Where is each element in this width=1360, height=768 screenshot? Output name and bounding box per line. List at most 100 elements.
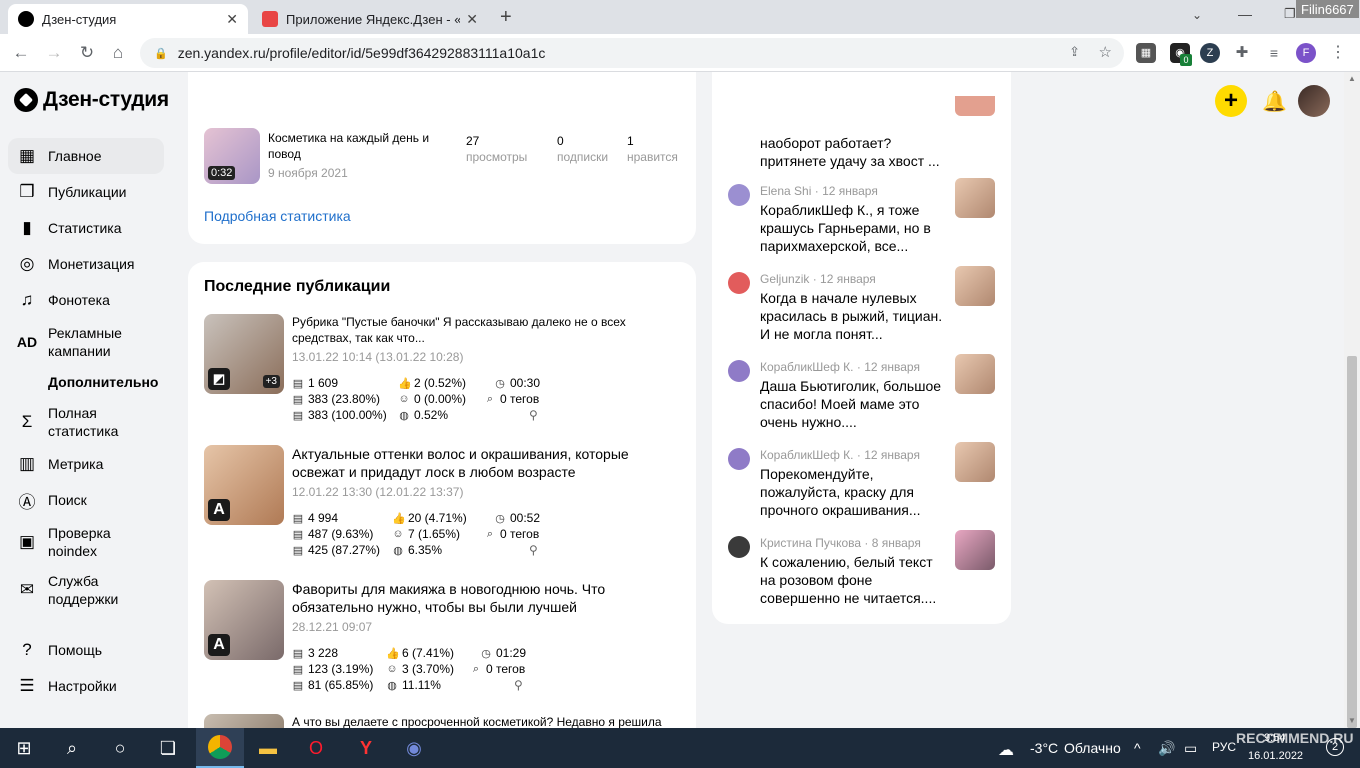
link-icon[interactable]: ⚲ bbox=[514, 678, 523, 692]
stat-ctr: ◍ 6.35% bbox=[392, 543, 442, 557]
stat-value: 487 (9.63%) bbox=[308, 527, 374, 541]
stat-views: ▤ 4 994 bbox=[292, 511, 338, 525]
publication-thumbnail[interactable] bbox=[204, 714, 284, 728]
task-view-icon[interactable]: ❏ bbox=[154, 734, 182, 762]
publication-thumbnail[interactable]: ◩ +3 bbox=[204, 314, 284, 394]
lock-icon: 🔒 bbox=[154, 47, 168, 60]
stat-value: 00:52 bbox=[510, 511, 541, 525]
comment-item[interactable]: КорабликШеф К. · 12 января Порекомендуйт… bbox=[728, 442, 998, 528]
sidebar-item-full-stats[interactable]: Σ Полная статистика bbox=[8, 398, 164, 446]
share-icon[interactable]: ⇪ bbox=[1069, 44, 1080, 60]
minimize-icon[interactable]: — bbox=[1238, 6, 1252, 22]
reading-list-icon[interactable]: ≡ bbox=[1264, 43, 1284, 63]
address-bar[interactable]: 🔒 zen.yandex.ru/profile/editor/id/5e99df… bbox=[140, 38, 1124, 68]
notification-count[interactable]: 2 bbox=[1326, 738, 1344, 756]
opera-icon[interactable]: O bbox=[302, 734, 330, 762]
page-scrollbar[interactable]: ▲ ▼ bbox=[1344, 72, 1360, 728]
link-icon[interactable]: ⚲ bbox=[529, 408, 538, 422]
profile-avatar[interactable]: F bbox=[1296, 43, 1316, 63]
maximize-icon[interactable]: ❐ bbox=[1284, 6, 1296, 22]
tab-search-icon[interactable]: ⌄ bbox=[1192, 8, 1202, 22]
new-tab-button[interactable]: + bbox=[500, 6, 512, 29]
sidebar-item-label: Помощь bbox=[48, 642, 103, 658]
comment-date: 12 января bbox=[864, 360, 920, 374]
tab-yandex-app[interactable]: Приложение Яндекс.Дзен - «Те ✕ bbox=[252, 4, 488, 34]
language-indicator[interactable]: РУС bbox=[1212, 740, 1236, 754]
sidebar-item-label: Полная статистика bbox=[48, 405, 119, 439]
detailed-stats-link[interactable]: Подробная статистика bbox=[204, 208, 351, 224]
network-icon[interactable]: ▭ bbox=[1184, 740, 1197, 757]
temperature: -3°C bbox=[1030, 740, 1059, 756]
publication-thumbnail[interactable]: A bbox=[204, 580, 284, 660]
logo[interactable]: Дзен-студия bbox=[14, 88, 169, 112]
comment-author: КорабликШеф К. bbox=[760, 448, 854, 462]
publication-thumbnail[interactable]: A bbox=[204, 445, 284, 525]
comment-item[interactable]: КорабликШеф К. · 12 января Даша Бьютигол… bbox=[728, 354, 998, 440]
clock-date[interactable]: 16.01.2022 bbox=[1248, 750, 1303, 762]
sidebar-item-help[interactable]: ? Помощь bbox=[8, 632, 164, 668]
extension-badge: 0 bbox=[1180, 54, 1192, 66]
windows-start-icon[interactable]: ⊞ bbox=[10, 734, 38, 762]
stat-likes: 👍 20 (4.71%) bbox=[392, 511, 467, 525]
stat-value: 6.35% bbox=[408, 543, 443, 557]
sidebar-item-support[interactable]: ✉ Служба поддержки bbox=[8, 566, 164, 614]
sidebar-item-ads[interactable]: AD Рекламные кампании bbox=[8, 318, 164, 366]
publication-title[interactable]: А что вы делаете с просроченной косметик… bbox=[292, 714, 672, 728]
sidebar-item-publications[interactable]: ❒ Публикации bbox=[8, 174, 164, 210]
ad-icon: AD bbox=[16, 334, 38, 350]
create-button[interactable]: + bbox=[1215, 85, 1247, 117]
extension-z-icon[interactable]: Z bbox=[1200, 43, 1220, 63]
sidebar-item-metrics[interactable]: ▥ Метрика bbox=[8, 446, 164, 482]
publication-title[interactable]: Актуальные оттенки волос и окрашивания, … bbox=[292, 445, 672, 481]
browser-tab-bar: Дзен-студия ✕ Приложение Яндекс.Дзен - «… bbox=[0, 0, 1360, 34]
bookmark-star-icon[interactable]: ☆ bbox=[1099, 43, 1112, 61]
volume-icon[interactable]: 🔊 bbox=[1158, 740, 1175, 757]
read-icon: ▤ bbox=[292, 663, 304, 676]
scrollbar-thumb[interactable] bbox=[1347, 356, 1357, 728]
sidebar-item-statistics[interactable]: ▮ Статистика bbox=[8, 210, 164, 246]
cortana-icon[interactable]: ○ bbox=[106, 734, 134, 762]
chrome-taskbar-icon[interactable] bbox=[196, 728, 244, 768]
scroll-up-icon[interactable]: ▲ bbox=[1348, 74, 1356, 83]
back-icon[interactable]: ← bbox=[10, 42, 32, 64]
sidebar-item-search[interactable]: Ⓐ Поиск bbox=[8, 482, 164, 518]
taskbar-search-icon[interactable]: ⌕ bbox=[58, 734, 86, 762]
reload-icon[interactable]: ↻ bbox=[76, 42, 98, 64]
publication-title[interactable]: Фавориты для макияжа в новогоднюю ночь. … bbox=[292, 580, 672, 616]
extension-color-icon[interactable]: ▦ bbox=[1136, 43, 1156, 63]
tab-dzen-studio[interactable]: Дзен-студия ✕ bbox=[8, 4, 248, 34]
comment-item[interactable]: Geljunzik · 12 января Когда в начале нул… bbox=[728, 266, 998, 352]
comment-author: Geljunzik bbox=[760, 272, 810, 286]
publication-date: 28.12.21 09:07 bbox=[292, 620, 373, 634]
home-icon: ▦ bbox=[18, 146, 36, 165]
sidebar-item-noindex[interactable]: ▣ Проверка noindex bbox=[8, 518, 164, 566]
browser-menu-icon[interactable]: ⋮ bbox=[1328, 43, 1348, 63]
discord-icon[interactable]: ◉ bbox=[400, 734, 428, 762]
publication-title[interactable]: Рубрика "Пустые баночки" Я рассказываю д… bbox=[292, 314, 672, 346]
clock-time[interactable]: 9:54 bbox=[1264, 732, 1285, 744]
video-thumbnail[interactable]: 0:32 bbox=[204, 128, 260, 184]
forward-icon[interactable]: → bbox=[43, 42, 65, 64]
yandex-browser-icon[interactable]: Y bbox=[352, 734, 380, 762]
file-explorer-icon[interactable]: ▬ bbox=[254, 734, 282, 762]
home-page-icon[interactable]: ⌂ bbox=[107, 42, 129, 64]
comment-text[interactable]: наоборот работает? притянете удачу за хв… bbox=[760, 134, 945, 170]
item-title[interactable]: Косметика на каждый день и повод bbox=[268, 130, 444, 162]
tray-chevron-icon[interactable]: ^ bbox=[1134, 740, 1141, 756]
extensions-puzzle-icon[interactable]: ✚ bbox=[1232, 43, 1252, 63]
tab-close-icon[interactable]: ✕ bbox=[226, 11, 238, 28]
tab-close-icon[interactable]: ✕ bbox=[466, 11, 478, 28]
link-icon[interactable]: ⚲ bbox=[529, 543, 538, 557]
separator: · bbox=[864, 536, 869, 550]
scroll-down-icon[interactable]: ▼ bbox=[1348, 716, 1356, 725]
comment-text: Порекомендуйте, пожалуйста, краску для п… bbox=[760, 466, 921, 518]
sidebar-item-monetization[interactable]: ◎ Монетизация bbox=[8, 246, 164, 282]
user-avatar[interactable] bbox=[1298, 85, 1330, 117]
sidebar-item-settings[interactable]: ☰ Настройки bbox=[8, 668, 164, 704]
comment-item[interactable]: Elena Shi · 12 января КорабликШеф К., я … bbox=[728, 178, 998, 264]
notifications-bell-icon[interactable]: 🔔 bbox=[1262, 89, 1287, 114]
comment-item[interactable]: Кристина Пучкова · 8 января К сожалению,… bbox=[728, 530, 998, 616]
sidebar-item-main[interactable]: ▦ Главное bbox=[8, 138, 164, 174]
sidebar-item-music[interactable]: ♫ Фонотека bbox=[8, 282, 164, 318]
comment-thumbnail[interactable] bbox=[955, 96, 995, 116]
